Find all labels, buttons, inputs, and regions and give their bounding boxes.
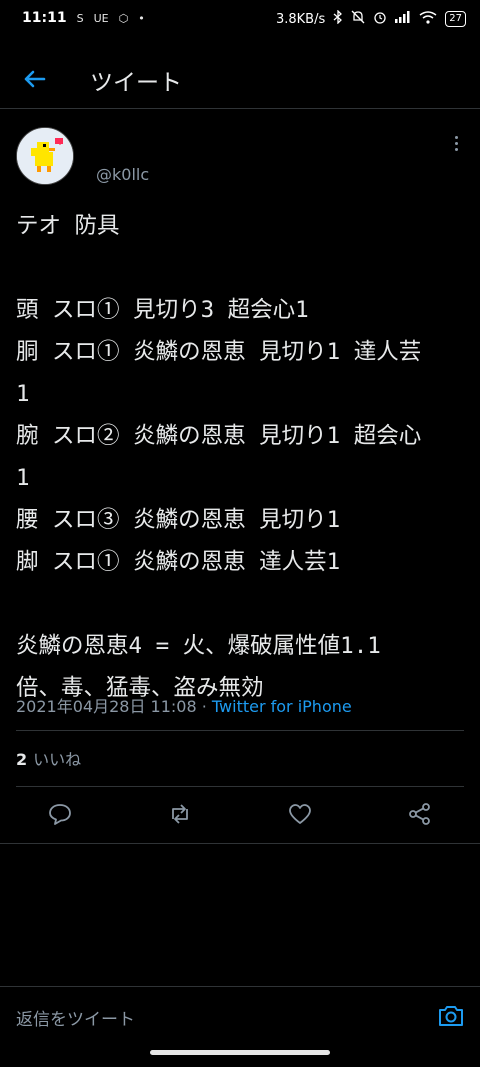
signal-icon [395, 11, 411, 27]
reply-bar: 返信をツイート [0, 986, 480, 1047]
retweet-icon[interactable] [166, 800, 194, 828]
divider [0, 843, 480, 844]
tweet-timestamp[interactable]: 2021年04月28日 11:08 [16, 697, 197, 716]
reply-icon[interactable] [46, 800, 74, 828]
like-count: 2 [16, 750, 28, 769]
meta-separator: · [196, 697, 212, 716]
tweet-text: テオ 防具 頭 スロ① 見切り3 超会心1 胴 スロ① 炎鱗の恩恵 見切り1 達… [16, 213, 422, 701]
more-options-icon[interactable] [450, 136, 462, 156]
tweet-source-link[interactable]: Twitter for iPhone [212, 697, 352, 716]
camera-icon[interactable] [436, 1001, 466, 1031]
status-time: 11:11 [22, 10, 67, 26]
like-label: いいね [33, 750, 82, 769]
avatar[interactable] [16, 127, 74, 185]
wifi-icon [419, 10, 437, 28]
tweet-action-bar [0, 796, 480, 836]
network-speed: 3.8KB/s [275, 11, 326, 27]
share-icon[interactable] [406, 800, 434, 828]
divider [16, 786, 464, 787]
page-title: ツイート [90, 70, 182, 96]
app-notification-icon: S [76, 11, 84, 25]
pixel-bird-avatar-image [17, 128, 73, 184]
alarm-icon [373, 10, 387, 28]
bluetooth-icon [333, 9, 343, 28]
dot-notification-icon: • [138, 11, 145, 25]
author-username[interactable]: @k0llc [96, 165, 149, 184]
back-arrow-icon[interactable] [20, 64, 50, 94]
battery-indicator: 27 [445, 11, 466, 27]
status-bar: 11:11 S UE ⬡ • 3.8KB/s 27 [0, 0, 480, 38]
reply-input[interactable]: 返信をツイート [16, 1005, 135, 1030]
hex-notification-icon: ⬡ [118, 11, 129, 25]
ue-notification-icon: UE [93, 11, 109, 25]
home-indicator[interactable] [150, 1050, 330, 1055]
mute-icon [351, 10, 365, 28]
like-heart-icon[interactable] [286, 800, 314, 828]
tweet-meta: 2021年04月28日 11:08 · Twitter for iPhone [16, 693, 352, 717]
divider [16, 730, 464, 731]
top-bar: ツイート [0, 52, 480, 109]
likes-summary[interactable]: 2 いいね [16, 746, 81, 770]
